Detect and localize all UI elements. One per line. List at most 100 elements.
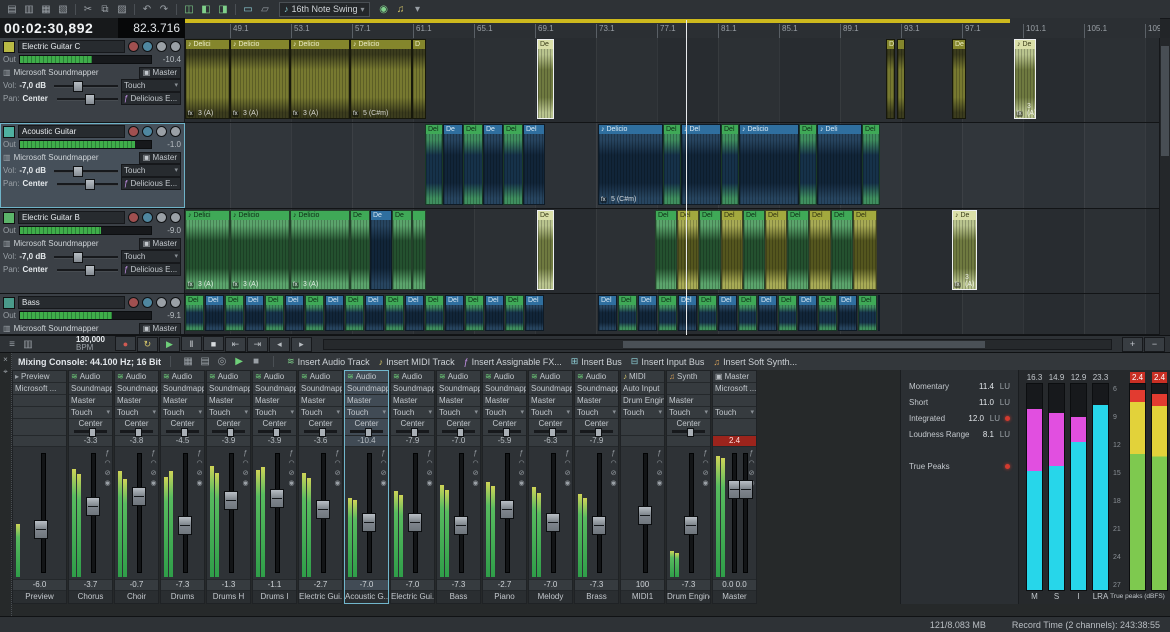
insert-bus-button[interactable]: ⊞Insert Bus — [567, 355, 626, 368]
volume-slider[interactable] — [54, 81, 118, 90]
snap-toggle-icon[interactable]: ◧ — [198, 2, 214, 16]
bus-badge[interactable]: ▣ Master — [139, 152, 181, 164]
track-header[interactable]: BassOut-9.1▥Microsoft Soundmapper▣ Maste… — [0, 294, 185, 334]
strip-device-label[interactable]: Soundmapper — [163, 383, 204, 394]
fader-handle[interactable] — [362, 513, 376, 532]
mixer-view-icon[interactable]: ▦ — [180, 355, 196, 369]
strip-monitor-icon[interactable]: ◠ — [747, 460, 756, 467]
strip-monitor-icon[interactable]: ◠ — [563, 460, 572, 467]
clip-indicator-led[interactable] — [1005, 416, 1010, 421]
track-solo-button[interactable] — [156, 297, 167, 308]
strip-db-value[interactable]: -3.7 — [69, 580, 112, 591]
audio-clip[interactable]: ♪ Deliciofx5 (C#m) — [598, 124, 663, 205]
mixer-list-view-icon[interactable]: ▤ — [197, 355, 213, 369]
strip-mute-icon[interactable]: ⊘ — [471, 470, 480, 477]
track-fx-button[interactable] — [170, 297, 181, 308]
audio-clip[interactable]: De — [350, 210, 370, 290]
audio-clip[interactable]: D — [412, 39, 426, 119]
track-fx-chain[interactable]: ƒDelicious E... — [121, 92, 181, 105]
bars-beats-display[interactable]: 82.3.716 — [118, 18, 185, 38]
playhead[interactable] — [686, 20, 687, 335]
track-lane[interactable]: ♪ Delicifx3 (A)♪ Deliciofx3 (A)♪ Delicio… — [185, 38, 1160, 122]
strip-bus-label[interactable]: Master — [485, 395, 509, 406]
mixer-settings-icon[interactable]: ◎ — [214, 355, 230, 369]
audio-clip[interactable]: ♪ Deliciofx3 (A) — [230, 39, 290, 119]
open-project-icon[interactable]: ▥ — [21, 2, 37, 16]
track-fx-chain[interactable]: ƒDelicious E... — [121, 177, 181, 190]
audio-clip[interactable]: Del — [655, 210, 677, 290]
strip-solo-icon[interactable]: ◉ — [471, 480, 480, 487]
track-fx-chain[interactable]: ƒDelicious E... — [121, 263, 181, 276]
insert-soft-synth-button[interactable]: ♫Insert Soft Synth... — [709, 355, 801, 368]
strip-fx-icon[interactable]: ƒ — [195, 450, 204, 457]
pan-slider[interactable] — [258, 430, 291, 433]
pan-slider[interactable] — [120, 430, 153, 433]
strip-monitor-icon[interactable]: ◠ — [471, 460, 480, 467]
audio-clip[interactable]: De — [483, 124, 503, 205]
pan-value[interactable]: Center — [22, 179, 54, 188]
strip-pan-control[interactable]: Center — [437, 419, 480, 436]
audio-clip[interactable]: Del — [799, 124, 817, 205]
strip-bus-label[interactable]: Master — [669, 395, 693, 406]
strip-db-value[interactable]: -1.1 — [253, 580, 296, 591]
mixer-strip-midi1[interactable]: ♪MIDIAuto InputDrum EngineTouch▾ƒ◠⊘◉100M… — [620, 370, 665, 604]
track-arm-button[interactable] — [128, 126, 139, 137]
fader-handle[interactable] — [739, 480, 753, 499]
audio-clip[interactable]: Del — [503, 124, 523, 205]
cut-icon[interactable]: ✂ — [80, 2, 96, 16]
strip-solo-icon[interactable]: ◉ — [333, 480, 342, 487]
audio-clip[interactable]: Del — [658, 295, 677, 331]
track-name[interactable]: Acoustic Guitar — [18, 125, 125, 138]
audio-clip[interactable]: Del — [699, 210, 721, 290]
mixer-strip-drums[interactable]: ≋AudioSoundmapperMasterTouch▾Center-4.5ƒ… — [160, 370, 205, 604]
strip-monitor-icon[interactable]: ◠ — [241, 460, 250, 467]
audio-clip[interactable]: Del — [365, 295, 384, 331]
new-project-icon[interactable]: ▤ — [4, 2, 20, 16]
strip-automation-label[interactable]: Touch — [209, 407, 230, 418]
audio-clip[interactable]: ♪ Del — [681, 124, 721, 205]
strip-monitor-icon[interactable]: ◠ — [103, 460, 112, 467]
strip-mute-icon[interactable]: ⊘ — [517, 470, 526, 477]
stop-button[interactable]: ■ — [203, 336, 224, 351]
audio-clip[interactable]: ♪ Delicifx3 (A) — [185, 39, 230, 119]
timeline-vertical-scrollbar[interactable] — [1159, 38, 1170, 335]
strip-pan-control[interactable]: Center — [667, 419, 710, 436]
audio-clip[interactable]: ♪ Deliciofx3 (A) — [230, 210, 290, 290]
audio-clip[interactable]: D — [886, 39, 895, 119]
strip-bus-label[interactable]: Drum Engine — [623, 395, 664, 406]
fader-handle[interactable] — [408, 513, 422, 532]
timeline-horizontal-scrollbar[interactable] — [323, 339, 1112, 350]
audio-clip[interactable]: ♪ Defx3 (A) — [1014, 39, 1036, 119]
strip-automation-label[interactable]: Touch — [255, 407, 276, 418]
strip-mute-icon[interactable]: ⊘ — [333, 470, 342, 477]
close-icon[interactable]: × — [3, 355, 8, 364]
strip-db-value[interactable]: -6.0 — [13, 580, 66, 591]
audio-clip[interactable]: Del — [285, 295, 304, 331]
audio-clip[interactable]: De — [952, 39, 966, 119]
zoom-out-button[interactable]: − — [1144, 337, 1165, 352]
audio-clip[interactable]: Del — [787, 210, 809, 290]
audio-clip[interactable]: Del — [878, 295, 880, 331]
audio-clip[interactable]: Del — [798, 295, 817, 331]
volume-value[interactable]: -7,0 dB — [19, 252, 51, 261]
track-name[interactable]: Electric Guitar C — [18, 40, 125, 53]
strip-db-value[interactable]: -7.3 — [437, 580, 480, 591]
strip-bus-label[interactable]: Master — [209, 395, 233, 406]
strip-fx-icon[interactable]: ƒ — [701, 450, 710, 457]
fader-handle[interactable] — [270, 489, 284, 508]
track-fx-button[interactable] — [170, 41, 181, 52]
strip-pan-control[interactable]: Center — [529, 419, 572, 436]
mixer-strip-melody[interactable]: ≋AudioSoundmapperMasterTouch▾Center-6.3ƒ… — [528, 370, 573, 604]
strip-db-value[interactable]: -7.0 — [391, 580, 434, 591]
audio-clip[interactable]: Del — [677, 210, 699, 290]
strip-mute-icon[interactable]: ⊘ — [655, 470, 664, 477]
strip-solo-icon[interactable]: ◉ — [517, 480, 526, 487]
pan-slider[interactable] — [212, 430, 245, 433]
strip-mute-icon[interactable]: ⊘ — [563, 470, 572, 477]
audio-clip[interactable]: Del — [345, 295, 364, 331]
mixer-strip-bass[interactable]: ≋AudioSoundmapperMasterTouch▾Center-7.0ƒ… — [436, 370, 481, 604]
audio-clip[interactable]: ♪ Deliciofx3 (A) — [290, 210, 350, 290]
audio-clip[interactable] — [897, 39, 905, 119]
strip-mute-icon[interactable]: ⊘ — [701, 470, 710, 477]
strip-monitor-icon[interactable]: ◠ — [195, 460, 204, 467]
